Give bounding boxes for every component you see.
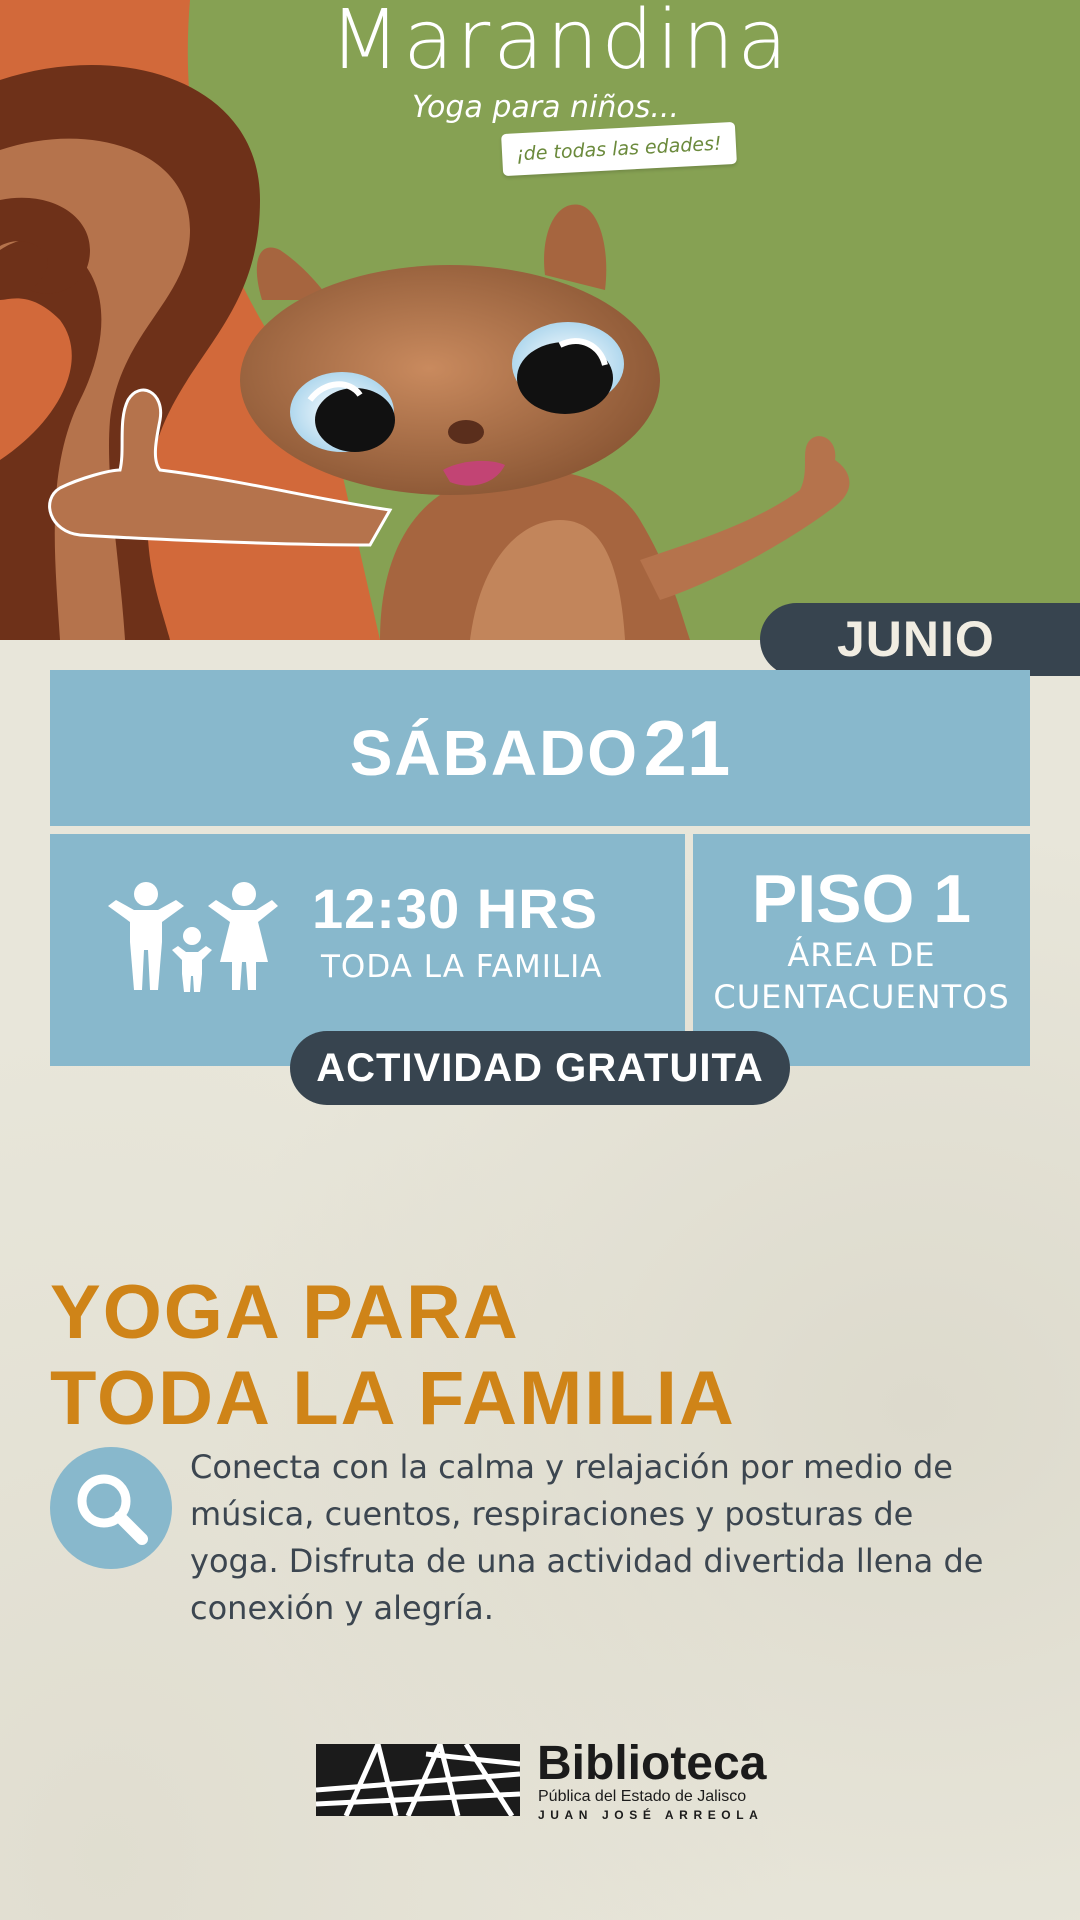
library-logo-mark (316, 1744, 520, 1816)
month-tab: JUNIO (760, 603, 1080, 676)
event-title-line1: YOGA PARA (50, 1270, 520, 1355)
free-activity-badge: ACTIVIDAD GRATUITA (290, 1031, 790, 1105)
library-dedication: JUAN JOSÉ ARREOLA (538, 1808, 764, 1822)
event-area-line2: CUENTACUENTOS (713, 978, 1010, 1016)
event-floor: PISO 1 (751, 861, 972, 937)
library-name: Biblioteca (537, 1737, 767, 1790)
event-time: 12:30 HRS (312, 877, 599, 940)
event-day: 21 (643, 704, 731, 792)
family-icon (108, 882, 278, 992)
event-title-line2: TODA LA FAMILIA (50, 1356, 736, 1441)
hero-title: Marandina (329, 0, 791, 88)
event-date: SÁBADO 21 (50, 670, 1030, 826)
event-description: Conecta con la calma y relajación por me… (190, 1448, 984, 1627)
date-box: SÁBADO 21 (50, 670, 1030, 826)
event-audience: TODA LA FAMILIA (321, 949, 603, 985)
hero-illustration: Marandina Yoga para niños... ¡de todas l… (0, 0, 1080, 640)
event-weekday: SÁBADO (349, 717, 640, 789)
event-area: ÁREA DE CUENTACUENTOS (693, 934, 1030, 1018)
library-logo: Biblioteca Pública del Estado de Jalisco… (316, 1737, 766, 1822)
event-area-line1: ÁREA DE (787, 936, 936, 974)
hero-subtitle: Yoga para niños... (412, 90, 679, 125)
event-title: YOGA PARA TODA LA FAMILIA (50, 1270, 736, 1442)
library-subtitle: Pública del Estado de Jalisco (538, 1788, 747, 1805)
